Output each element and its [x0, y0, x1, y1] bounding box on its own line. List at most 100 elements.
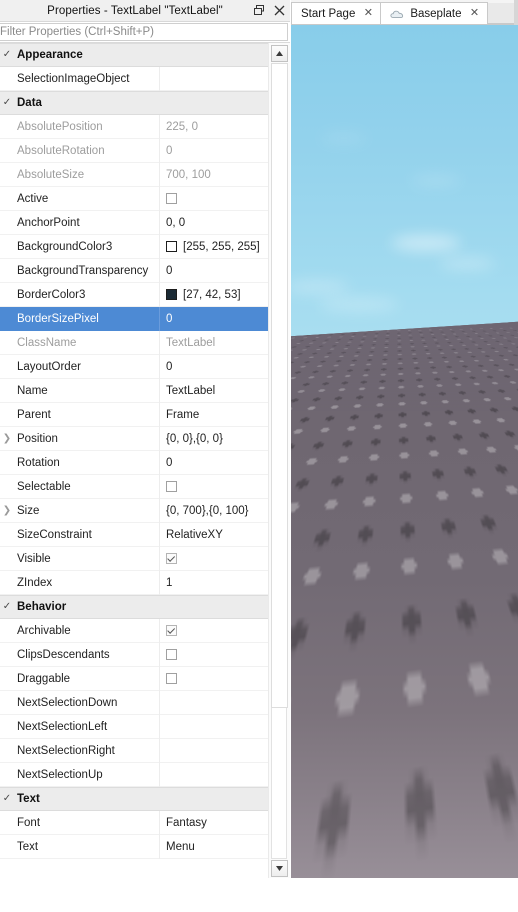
category-label: Appearance [17, 49, 83, 61]
property-value-text: {0, 0},{0, 0} [166, 432, 223, 445]
property-row-BackgroundTransparency[interactable]: BackgroundTransparency 0 [0, 258, 268, 283]
property-row-BackgroundColor3[interactable]: BackgroundColor3 [255, 255, 255] [0, 234, 268, 259]
3d-viewport[interactable] [291, 25, 518, 878]
property-row-Text[interactable]: Text Menu [0, 834, 268, 859]
property-value[interactable]: 0 [159, 258, 268, 283]
filter-properties-bar[interactable] [0, 22, 290, 43]
property-value[interactable] [159, 474, 268, 499]
property-row-ClipsDescendants[interactable]: ClipsDescendants [0, 642, 268, 667]
property-row-BorderSizePixel[interactable]: BorderSizePixel 0 [0, 306, 268, 331]
property-value[interactable] [159, 738, 268, 763]
property-value[interactable] [159, 762, 268, 787]
property-value[interactable]: RelativeXY [159, 522, 268, 547]
property-value[interactable] [159, 666, 268, 691]
color-swatch[interactable] [166, 289, 177, 300]
property-value[interactable] [159, 618, 268, 643]
property-name: Selectable [17, 480, 71, 493]
property-value[interactable]: 1 [159, 570, 268, 595]
property-value[interactable]: 0, 0 [159, 210, 268, 235]
property-value[interactable]: 225, 0 [159, 114, 268, 139]
cloud-icon [390, 9, 405, 19]
property-value[interactable]: 0 [159, 450, 268, 475]
property-value[interactable] [159, 186, 268, 211]
checkbox[interactable] [166, 625, 177, 636]
property-row-Rotation[interactable]: Rotation 0 [0, 450, 268, 475]
property-row-NextSelectionDown[interactable]: NextSelectionDown [0, 690, 268, 715]
property-name: NextSelectionLeft [17, 720, 108, 733]
property-row-SelectionImageObject[interactable]: SelectionImageObject [0, 66, 268, 91]
search-input[interactable] [0, 22, 290, 42]
property-row-Active[interactable]: Active [0, 186, 268, 211]
checkbox[interactable] [166, 193, 177, 204]
property-category-appearance[interactable]: ✓ Appearance [0, 43, 268, 67]
property-row-Name[interactable]: Name TextLabel [0, 378, 268, 403]
property-value[interactable] [159, 66, 268, 91]
property-row-NextSelectionLeft[interactable]: NextSelectionLeft [0, 714, 268, 739]
property-row-ZIndex[interactable]: ZIndex 1 [0, 570, 268, 595]
property-value[interactable]: TextLabel [159, 330, 268, 355]
checkbox[interactable] [166, 481, 177, 492]
property-name: Position [17, 432, 58, 445]
tab-baseplate[interactable]: Baseplate ✕ [380, 2, 488, 24]
property-value[interactable]: TextLabel [159, 378, 268, 403]
property-row-Draggable[interactable]: Draggable [0, 666, 268, 691]
tabstrip-edge [514, 0, 518, 25]
tab-close-icon[interactable]: ✕ [363, 8, 373, 19]
property-value[interactable]: 0 [159, 138, 268, 163]
property-value[interactable] [159, 642, 268, 667]
checkbox[interactable] [166, 553, 177, 564]
property-row-SizeConstraint[interactable]: SizeConstraint RelativeXY [0, 522, 268, 547]
scrollbar-thumb[interactable] [271, 63, 288, 708]
property-row-Parent[interactable]: Parent Frame [0, 402, 268, 427]
property-value[interactable]: {0, 0},{0, 0} [159, 426, 268, 451]
tab-close-icon[interactable]: ✕ [470, 8, 480, 19]
property-value[interactable] [159, 714, 268, 739]
close-icon[interactable] [273, 4, 286, 17]
property-value[interactable]: 0 [159, 354, 268, 379]
property-category-data[interactable]: ✓ Data [0, 91, 268, 115]
property-name: AbsoluteRotation [17, 144, 105, 157]
property-value[interactable]: 700, 100 [159, 162, 268, 187]
chevron-right-icon[interactable]: ❯ [0, 505, 14, 516]
property-value-text: 1 [166, 576, 173, 589]
property-row-NextSelectionUp[interactable]: NextSelectionUp [0, 762, 268, 787]
chevron-right-icon[interactable]: ❯ [0, 433, 14, 444]
property-row-Font[interactable]: Font Fantasy [0, 810, 268, 835]
properties-scrollbar[interactable] [268, 43, 290, 879]
tab-start-page[interactable]: Start Page ✕ [291, 2, 382, 24]
property-row-NextSelectionRight[interactable]: NextSelectionRight [0, 738, 268, 763]
property-category-behavior[interactable]: ✓ Behavior [0, 595, 268, 619]
property-category-text[interactable]: ✓ Text [0, 787, 268, 811]
property-row-AbsolutePosition[interactable]: AbsolutePosition 225, 0 [0, 114, 268, 139]
property-value[interactable]: 0 [159, 306, 268, 331]
checkbox[interactable] [166, 649, 177, 660]
property-row-AnchorPoint[interactable]: AnchorPoint 0, 0 [0, 210, 268, 235]
property-value[interactable]: [255, 255, 255] [159, 234, 268, 259]
category-label: Behavior [17, 601, 67, 613]
property-row-LayoutOrder[interactable]: LayoutOrder 0 [0, 354, 268, 379]
property-value[interactable]: Fantasy [159, 810, 268, 835]
property-row-ClassName[interactable]: ClassName TextLabel [0, 330, 268, 355]
scroll-down-button[interactable] [271, 860, 288, 877]
checkbox[interactable] [166, 673, 177, 684]
property-row-Visible[interactable]: Visible [0, 546, 268, 571]
property-row-Archivable[interactable]: Archivable [0, 618, 268, 643]
property-row-Selectable[interactable]: Selectable [0, 474, 268, 499]
property-row-Size[interactable]: ❯ Size {0, 700},{0, 100} [0, 498, 268, 523]
property-value-text: {0, 700},{0, 100} [166, 504, 249, 517]
scroll-up-button[interactable] [271, 45, 288, 62]
property-value-text: 0 [166, 312, 173, 325]
property-row-BorderColor3[interactable]: BorderColor3 [27, 42, 53] [0, 282, 268, 307]
float-window-icon[interactable] [253, 4, 266, 17]
property-value[interactable]: [27, 42, 53] [159, 282, 268, 307]
color-swatch[interactable] [166, 241, 177, 252]
property-value[interactable]: Menu [159, 834, 268, 859]
property-row-AbsoluteRotation[interactable]: AbsoluteRotation 0 [0, 138, 268, 163]
property-value[interactable] [159, 546, 268, 571]
property-value[interactable]: Frame [159, 402, 268, 427]
property-value[interactable]: {0, 700},{0, 100} [159, 498, 268, 523]
property-row-AbsoluteSize[interactable]: AbsoluteSize 700, 100 [0, 162, 268, 187]
property-value[interactable] [159, 690, 268, 715]
property-row-Position[interactable]: ❯ Position {0, 0},{0, 0} [0, 426, 268, 451]
cloud-decoration [411, 175, 461, 186]
